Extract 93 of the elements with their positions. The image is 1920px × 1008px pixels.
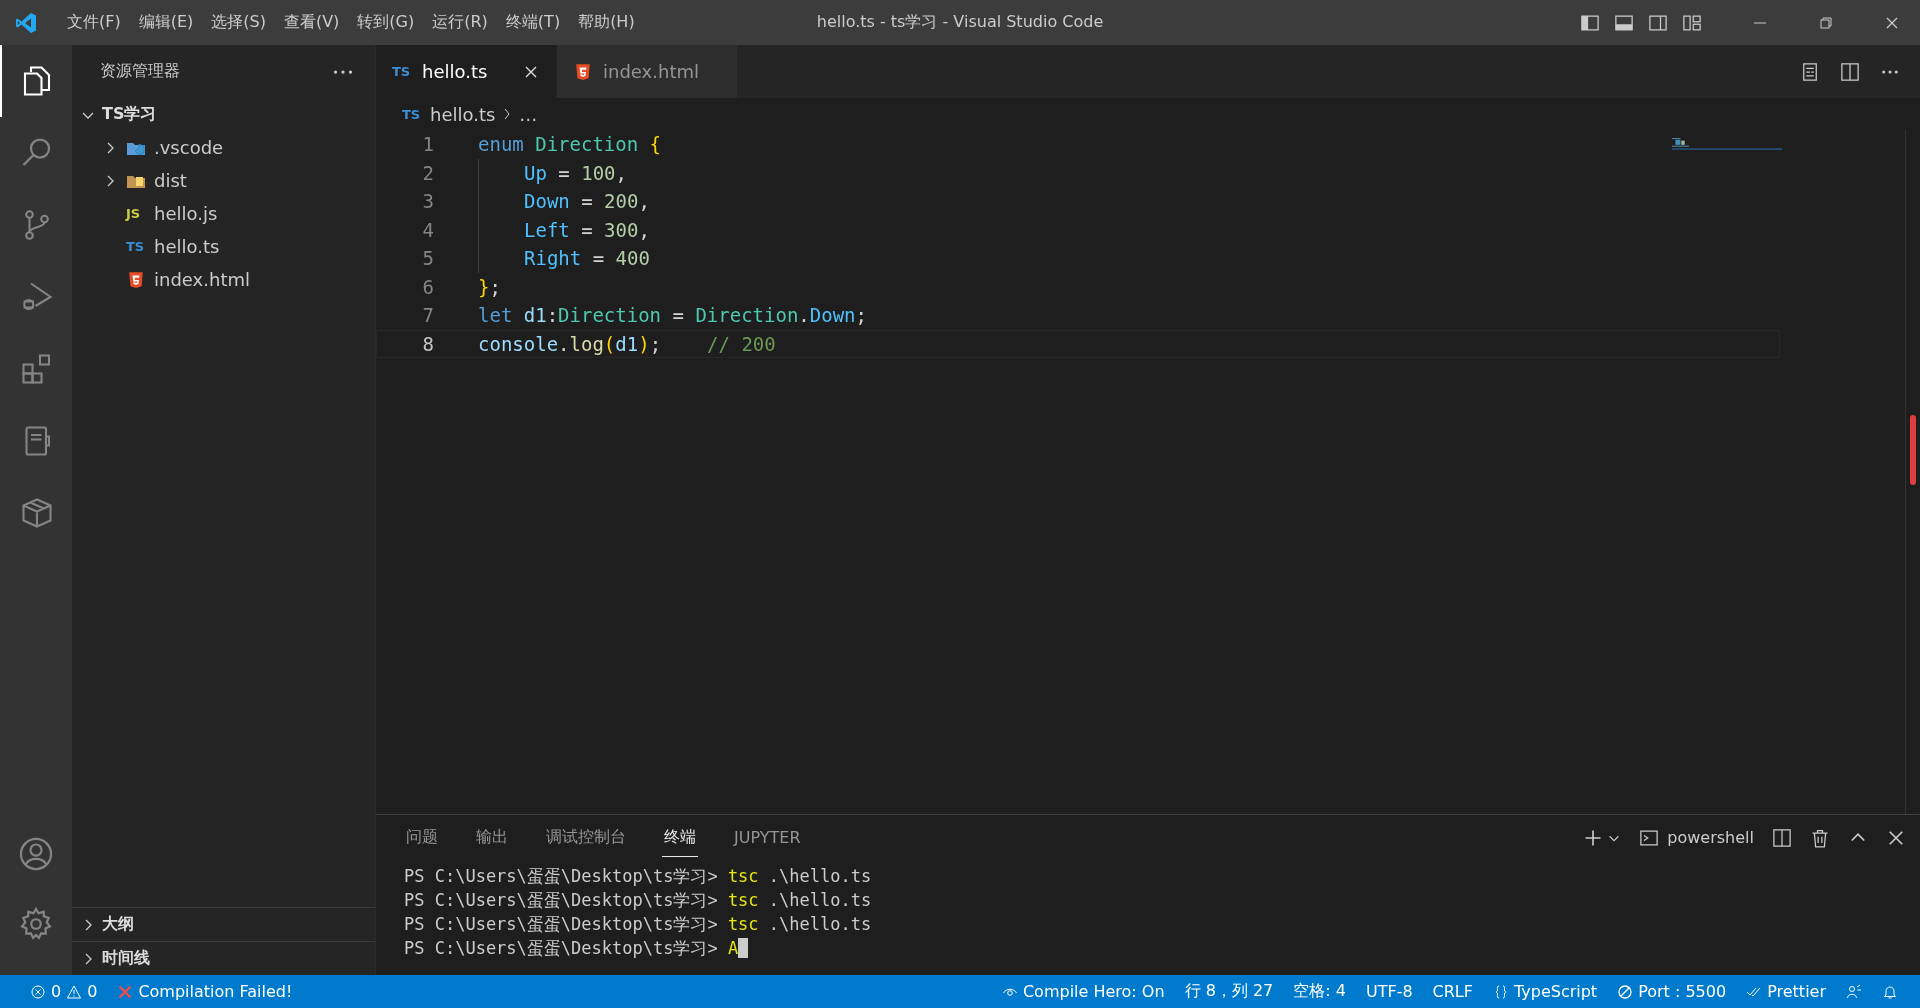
- menu-item[interactable]: 选择(S): [202, 12, 275, 33]
- html5-icon: [573, 62, 593, 81]
- code-line: enum Direction {: [478, 133, 662, 156]
- breadcrumb-item[interactable]: hello.ts: [430, 103, 496, 125]
- file-item[interactable]: index.html: [72, 263, 375, 296]
- js-file-icon: JS: [126, 206, 146, 221]
- terminal-command: tsc: [727, 914, 759, 934]
- html5-icon: [126, 270, 146, 289]
- more-icon[interactable]: [333, 68, 353, 75]
- menu-item[interactable]: 帮助(H): [569, 12, 644, 33]
- panel-tab[interactable]: 终端: [662, 818, 698, 857]
- terminal-argument: .\hello.ts: [768, 866, 872, 886]
- code-line: Right = 400: [524, 247, 650, 270]
- restore-icon[interactable]: [1818, 14, 1834, 31]
- failure-icon: [117, 983, 134, 1000]
- terminal-command: A: [727, 938, 739, 958]
- panel-tab[interactable]: 调试控制台: [544, 818, 628, 857]
- problems-status[interactable]: 0 0: [20, 975, 108, 1008]
- file-item[interactable]: dist: [72, 164, 375, 197]
- feedback-icon: [1846, 983, 1862, 1000]
- trash-icon[interactable]: [1810, 827, 1830, 848]
- status-item[interactable]: Prettier: [1736, 975, 1836, 1008]
- menu-item[interactable]: 终端(T): [496, 12, 570, 33]
- file-item[interactable]: TS hello.ts: [72, 230, 375, 263]
- terminal-argument: .\hello.ts: [768, 914, 872, 934]
- braces-icon: [1493, 983, 1509, 1000]
- panel-tab[interactable]: 输出: [474, 818, 510, 857]
- menu-item[interactable]: 转到(G): [348, 12, 424, 33]
- menu-item[interactable]: 运行(R): [423, 12, 497, 33]
- status-item[interactable]: CRLF: [1422, 975, 1483, 1008]
- panel-tab[interactable]: JUPYTER: [732, 819, 803, 856]
- line-number: 7: [421, 304, 434, 327]
- code-line: Left = 300,: [524, 218, 650, 241]
- folder-header[interactable]: TS学习: [72, 98, 375, 131]
- toggle-sidebar-icon[interactable]: [1580, 12, 1600, 33]
- editor-tab[interactable]: TS hello.ts: [376, 45, 557, 98]
- bell-icon: [1882, 983, 1898, 1000]
- vscode-logo-icon: [14, 10, 38, 35]
- split-editor-icon[interactable]: [1840, 61, 1860, 82]
- layout-icon[interactable]: [1682, 12, 1702, 33]
- preview-icon[interactable]: [1800, 61, 1820, 82]
- editor-tab[interactable]: index.html: [557, 45, 738, 98]
- line-number: 4: [421, 218, 434, 241]
- line-number: 2: [421, 161, 434, 184]
- terminal-prompt: PS C:\Users\蛋蛋\Desktop\ts学习>: [404, 888, 718, 912]
- breadcrumb-item[interactable]: …: [519, 103, 538, 125]
- section-header[interactable]: 大纲: [72, 907, 375, 941]
- chevron-icon: [503, 106, 512, 122]
- line-number: 5: [421, 247, 434, 270]
- status-item[interactable]: 空格: 4: [1283, 975, 1356, 1008]
- ts-file-icon: TS: [392, 64, 412, 79]
- code-line: Up = 100,: [524, 161, 627, 184]
- toggle-secondary-sidebar-icon[interactable]: [1648, 12, 1668, 33]
- terminal-selector[interactable]: powershell: [1621, 827, 1754, 848]
- file-item[interactable]: .vscode: [72, 131, 375, 164]
- explorer-title: 资源管理器: [100, 61, 180, 82]
- menu-item[interactable]: 查看(V): [274, 12, 349, 33]
- line-number: 1: [421, 133, 434, 156]
- error-marker: [1910, 415, 1916, 485]
- terminal-argument: .\hello.ts: [768, 890, 872, 910]
- status-item[interactable]: TypeScript: [1483, 975, 1608, 1008]
- status-item[interactable]: UTF-8: [1355, 975, 1423, 1008]
- compile-status[interactable]: Compilation Failed!: [107, 975, 303, 1008]
- code-line: Down = 200,: [524, 190, 650, 213]
- terminal-cursor: [738, 938, 749, 958]
- status-item[interactable]: Port : 5500: [1607, 975, 1737, 1008]
- terminal-prompt: PS C:\Users\蛋蛋\Desktop\ts学习>: [404, 936, 718, 960]
- terminal-icon: [1639, 827, 1660, 848]
- line-number: 8: [421, 332, 434, 355]
- terminal-command: tsc: [727, 866, 759, 886]
- error-icon: [30, 983, 46, 1000]
- line-number: 6: [421, 275, 434, 298]
- toggle-panel-icon[interactable]: [1614, 12, 1634, 33]
- status-item[interactable]: Compile Hero: On: [991, 975, 1175, 1008]
- code-line: let d1:Direction = Direction.Down;: [478, 304, 867, 327]
- terminal-command: tsc: [727, 890, 759, 910]
- split-terminal-icon[interactable]: [1772, 827, 1792, 848]
- ts-file-icon: TS: [402, 106, 422, 122]
- file-item[interactable]: JS hello.js: [72, 197, 375, 230]
- terminal-prompt: PS C:\Users\蛋蛋\Desktop\ts学习>: [404, 864, 718, 888]
- window-title: hello.ts - ts学习 - Visual Studio Code: [816, 12, 1104, 33]
- menu-item[interactable]: 编辑(E): [129, 12, 203, 33]
- ts-file-icon: TS: [126, 239, 146, 254]
- no-entry-icon: [1617, 983, 1634, 1000]
- warning-icon: [66, 983, 83, 1000]
- line-number: 3: [421, 190, 434, 213]
- panel-tab[interactable]: 问题: [404, 818, 440, 857]
- account-icon[interactable]: [17, 835, 55, 873]
- code-line: };: [478, 275, 501, 298]
- terminal-prompt: PS C:\Users\蛋蛋\Desktop\ts学习>: [404, 912, 718, 936]
- code-line: console.log(d1); // 200: [478, 332, 776, 355]
- menu-item[interactable]: 文件(F): [58, 12, 130, 33]
- status-item[interactable]: 行 8，列 27: [1174, 975, 1284, 1008]
